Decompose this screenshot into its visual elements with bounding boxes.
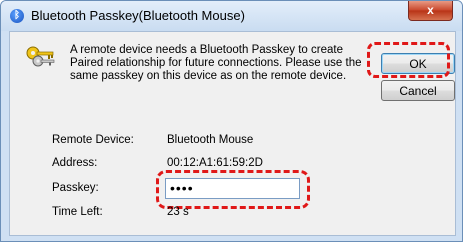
dialog-message: A remote device needs a Bluetooth Passke…	[70, 44, 362, 82]
window-title: Bluetooth Passkey(Bluetooth Mouse)	[31, 8, 245, 23]
remote-device-value: Bluetooth Mouse	[167, 134, 254, 146]
keys-icon	[26, 46, 55, 67]
cancel-button[interactable]: Cancel	[381, 80, 455, 101]
time-left-value: 23 s	[167, 206, 189, 218]
bluetooth-icon: ᛒ	[10, 9, 24, 23]
dialog-body: A remote device needs a Bluetooth Passke…	[9, 31, 456, 236]
close-button[interactable]: x	[408, 1, 453, 21]
remote-device-label: Remote Device:	[52, 134, 134, 146]
passkey-label: Passkey:	[52, 182, 99, 194]
address-value: 00:12:A1:61:59:2D	[167, 157, 263, 169]
address-label: Address:	[52, 157, 98, 169]
passkey-input-highlight	[156, 170, 310, 209]
title-bar[interactable]: ᛒ Bluetooth Passkey(Bluetooth Mouse) x	[1, 1, 462, 31]
time-left-label: Time Left:	[52, 206, 103, 218]
bluetooth-passkey-dialog: ᛒ Bluetooth Passkey(Bluetooth Mouse) x A…	[0, 0, 463, 242]
ok-button-highlight	[367, 42, 450, 78]
